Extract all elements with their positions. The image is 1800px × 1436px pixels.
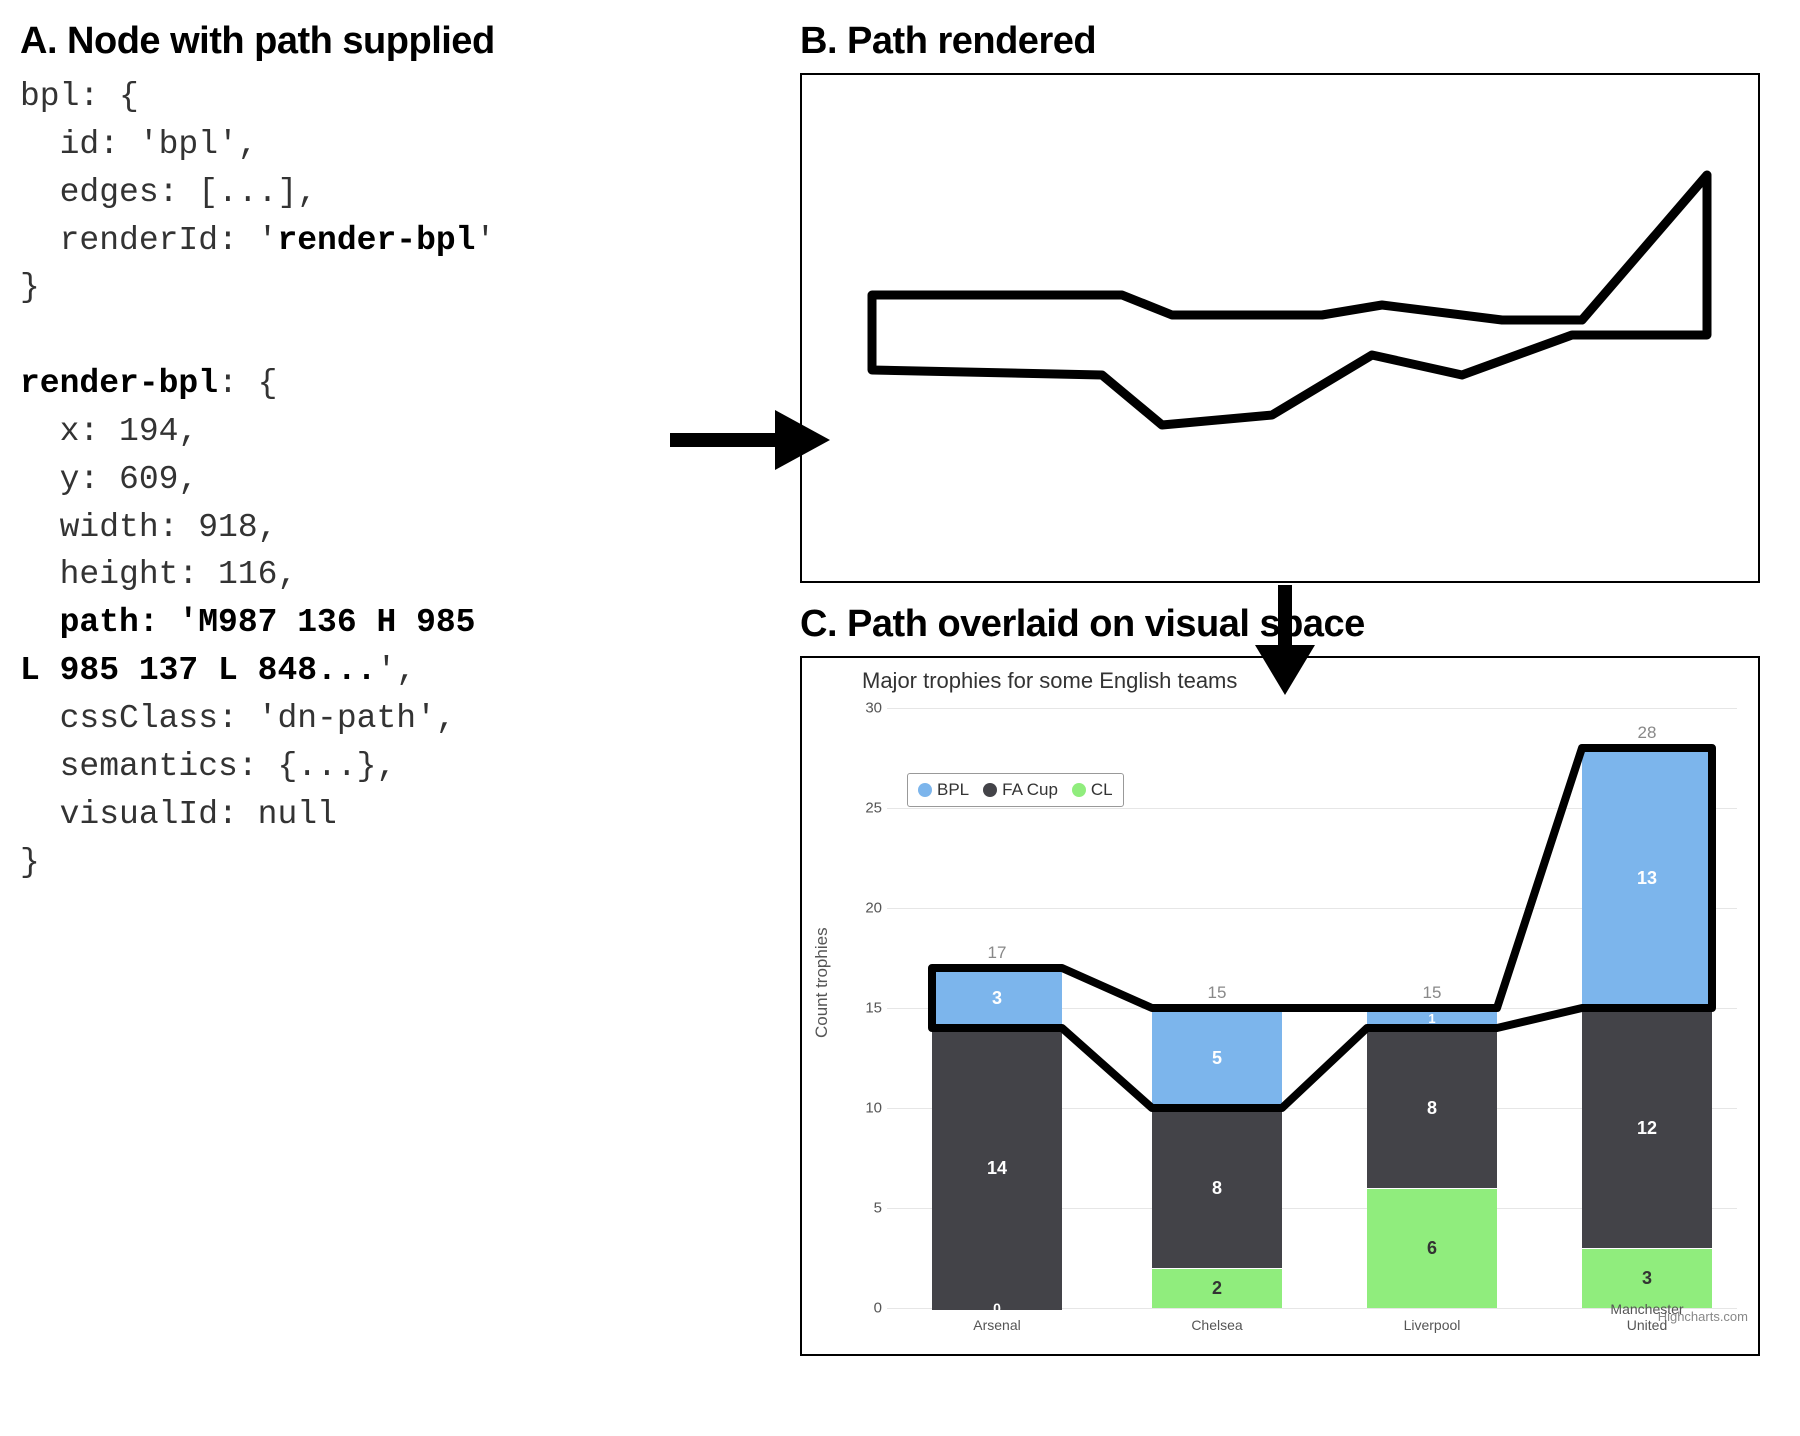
code-line: visualId: null — [20, 796, 337, 833]
code-line: } — [20, 844, 40, 881]
code-line: width: 918, — [20, 509, 277, 546]
x-tick: Manchester United — [1602, 1301, 1692, 1333]
bar-seg-cl: 2 — [1152, 1268, 1282, 1308]
bar-seg-cl: 0 — [932, 1306, 1062, 1310]
code-line: x: 194, — [20, 413, 198, 450]
bar-total: 15 — [1367, 983, 1497, 1003]
legend: BPL FA Cup CL — [907, 773, 1124, 807]
arrow-right-icon — [670, 405, 830, 475]
code-bold: path: 'M987 136 H 985 — [60, 604, 476, 641]
bar-seg-cl: 6 — [1367, 1188, 1497, 1308]
y-tick: 0 — [857, 1300, 882, 1317]
code-bold: L 985 137 L 848... — [20, 652, 376, 689]
bar-seg-bpl: 5 — [1152, 1008, 1282, 1108]
bar-seg-facup: 8 — [1367, 1028, 1497, 1188]
panel-c: C. Path overlaid on visual space Major t… — [800, 603, 1800, 1356]
plot-area: 0 5 10 15 20 25 30 BPL — [887, 708, 1737, 1308]
panel-b: B. Path rendered — [800, 20, 1800, 583]
legend-label: CL — [1091, 780, 1113, 800]
legend-label: FA Cup — [1002, 780, 1058, 800]
chart-y-axis-label: Count trophies — [812, 927, 832, 1038]
y-tick: 10 — [857, 1100, 882, 1117]
bar-seg-cl: 3 — [1582, 1248, 1712, 1308]
code-line: y: 609, — [20, 461, 198, 498]
bar-seg-bpl: 3 — [932, 968, 1062, 1028]
bar-total: 17 — [932, 943, 1062, 963]
y-tick: 20 — [857, 900, 882, 917]
bar-seg-facup: 14 — [932, 1028, 1062, 1308]
legend-swatch-icon — [983, 783, 997, 797]
bar-arsenal: 17 3 14 0 — [932, 968, 1062, 1308]
code-block: bpl: { id: 'bpl', edges: [...], renderId… — [20, 73, 780, 886]
code-line: : { — [218, 365, 277, 402]
legend-item-cl: CL — [1072, 780, 1113, 800]
bar-manu: 28 13 12 3 — [1582, 748, 1712, 1308]
code-bold: render-bpl — [20, 365, 218, 402]
y-tick: 30 — [857, 700, 882, 717]
panel-a: A. Node with path supplied bpl: { id: 'b… — [20, 20, 800, 1356]
x-tick: Arsenal — [973, 1317, 1020, 1333]
code-line: ' — [476, 222, 496, 259]
code-line: } — [20, 269, 40, 306]
bar-seg-bpl: 1 — [1367, 1008, 1497, 1028]
chart-container: Major trophies for some English teams Co… — [800, 656, 1760, 1356]
y-tick: 25 — [857, 800, 882, 817]
x-tick: Liverpool — [1404, 1317, 1461, 1333]
bar-chelsea: 15 5 8 2 — [1152, 1008, 1282, 1308]
bar-seg-bpl: 13 — [1582, 748, 1712, 1008]
legend-label: BPL — [937, 780, 969, 800]
code-line: edges: [...], — [20, 174, 317, 211]
bar-total: 15 — [1152, 983, 1282, 1003]
y-tick: 5 — [857, 1200, 882, 1217]
code-line: ', — [376, 652, 416, 689]
panel-a-heading: A. Node with path supplied — [20, 20, 780, 63]
legend-swatch-icon — [918, 783, 932, 797]
gridline — [887, 708, 1737, 709]
code-line: renderId: ' — [20, 222, 277, 259]
code-line: height: 116, — [20, 556, 297, 593]
x-tick: Chelsea — [1191, 1317, 1242, 1333]
chart-title: Major trophies for some English teams — [862, 668, 1237, 694]
legend-swatch-icon — [1072, 783, 1086, 797]
legend-item-facup: FA Cup — [983, 780, 1058, 800]
code-line: id: 'bpl', — [20, 126, 258, 163]
bar-seg-facup: 8 — [1152, 1108, 1282, 1268]
bar-total: 28 — [1582, 723, 1712, 743]
arrow-down-icon — [1250, 585, 1320, 695]
bar-seg-facup: 12 — [1582, 1008, 1712, 1248]
code-line: semantics: {...}, — [20, 748, 396, 785]
code-line: bpl: { — [20, 78, 139, 115]
bar-liverpool: 15 1 8 6 — [1367, 1008, 1497, 1308]
panel-b-heading: B. Path rendered — [800, 20, 1800, 63]
y-tick: 15 — [857, 1000, 882, 1017]
panel-b-box — [800, 73, 1760, 583]
rendered-path-icon — [802, 75, 1762, 585]
code-line — [20, 604, 60, 641]
legend-item-bpl: BPL — [918, 780, 969, 800]
code-line: cssClass: 'dn-path', — [20, 700, 456, 737]
code-bold: render-bpl — [277, 222, 475, 259]
